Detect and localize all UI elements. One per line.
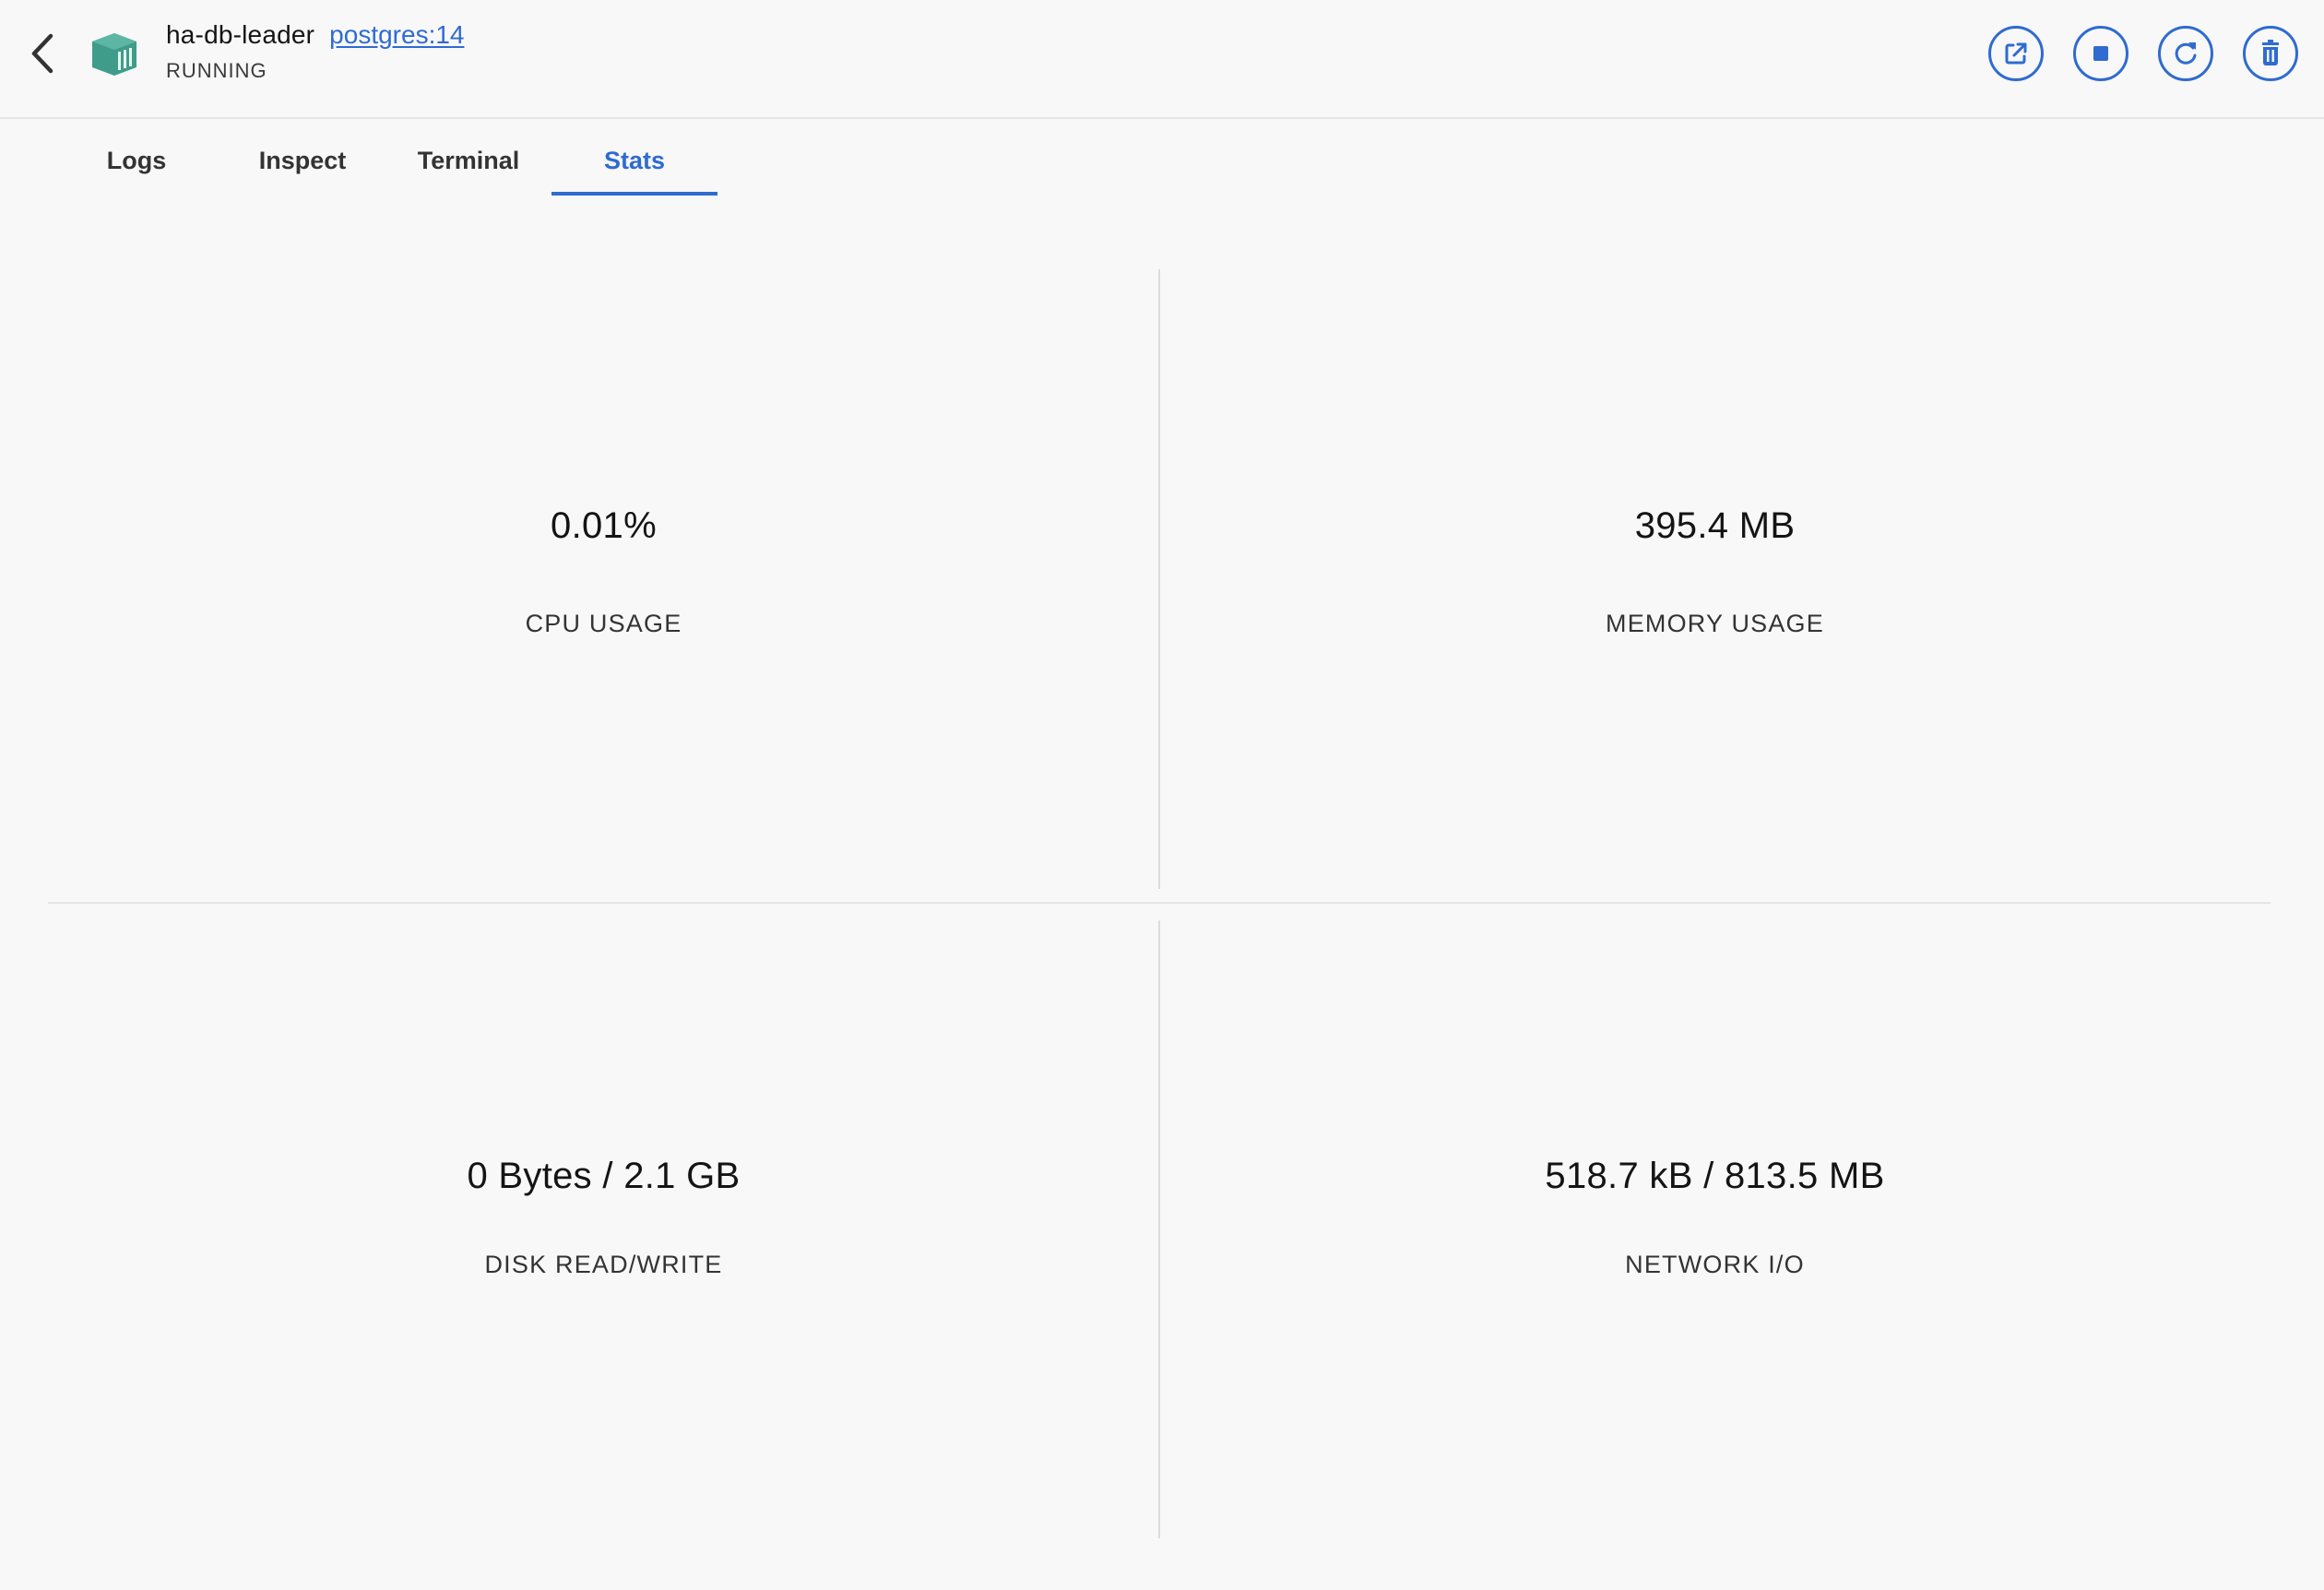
divider-horizontal <box>48 902 2271 904</box>
disk-stat: 0 Bytes / 2.1 GB DISK READ/WRITE <box>48 1156 1159 1279</box>
tab-terminal[interactable]: Terminal <box>385 125 551 196</box>
tab-stats[interactable]: Stats <box>551 125 717 196</box>
tab-logs[interactable]: Logs <box>53 125 219 196</box>
container-icon <box>92 33 136 76</box>
image-link[interactable]: postgres:14 <box>329 20 464 50</box>
memory-label: MEMORY USAGE <box>1606 610 1824 637</box>
chevron-left-icon <box>31 33 53 74</box>
container-header: ha-db-leader postgres:14 RUNNING <box>0 0 2324 119</box>
status-text: RUNNING <box>166 59 267 82</box>
stop-icon <box>2093 46 2108 61</box>
restart-icon <box>2175 42 2197 65</box>
network-label: NETWORK I/O <box>1625 1251 1805 1278</box>
network-value: 518.7 kB / 813.5 MB <box>1545 1156 1885 1196</box>
stats-grid: 0.01% CPU USAGE 395.4 MB MEMORY USAGE 0 … <box>48 267 2271 1540</box>
trash-icon <box>2262 40 2279 65</box>
cpu-stat: 0.01% CPU USAGE <box>48 505 1159 638</box>
memory-stat: 395.4 MB MEMORY USAGE <box>1159 505 2271 638</box>
memory-value: 395.4 MB <box>1634 505 1796 546</box>
action-toolbar <box>1988 26 2298 81</box>
cpu-value: 0.01% <box>551 505 657 546</box>
restart-button[interactable] <box>2158 26 2213 81</box>
open-in-browser-icon <box>2005 42 2027 65</box>
disk-value: 0 Bytes / 2.1 GB <box>467 1156 741 1196</box>
network-stat: 518.7 kB / 813.5 MB NETWORK I/O <box>1159 1156 2271 1279</box>
title-row: ha-db-leader postgres:14 <box>166 20 465 57</box>
cpu-label: CPU USAGE <box>525 610 682 637</box>
tab-bar: Logs Inspect Terminal Stats <box>53 125 717 196</box>
tab-inspect[interactable]: Inspect <box>219 125 385 196</box>
disk-label: DISK READ/WRITE <box>484 1251 723 1278</box>
stop-button[interactable] <box>2073 26 2128 81</box>
container-name: ha-db-leader <box>166 20 315 49</box>
back-button[interactable] <box>20 28 65 79</box>
open-in-browser-button[interactable] <box>1988 26 2044 81</box>
delete-button[interactable] <box>2243 26 2298 81</box>
